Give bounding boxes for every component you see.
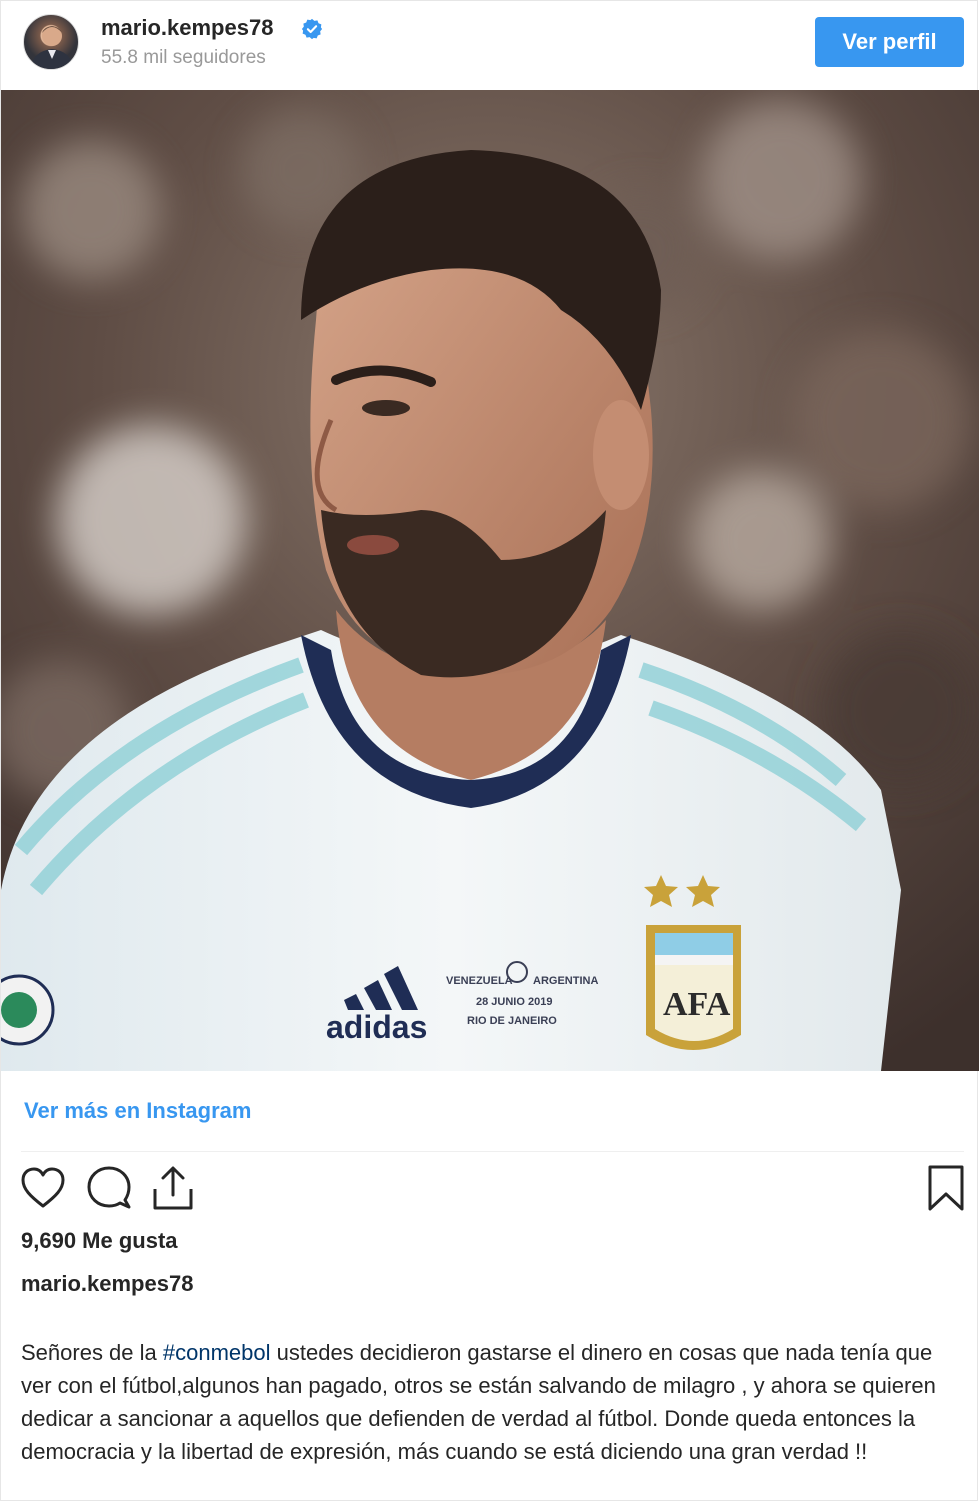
profile-avatar[interactable]	[23, 14, 79, 70]
match-line-2: 28 JUNIO 2019	[476, 996, 552, 1008]
match-line-1b: ARGENTINA	[533, 975, 598, 987]
follower-count: 55.8 mil seguidores	[101, 47, 266, 68]
view-more-on-instagram-link[interactable]: Ver más en Instagram	[24, 1098, 251, 1124]
adidas-wordmark: adidas	[326, 1009, 427, 1045]
heart-icon[interactable]	[20, 1166, 66, 1210]
comment-icon[interactable]	[85, 1165, 133, 1211]
post-caption: Señores de la #conmebol ustedes decidier…	[21, 1336, 966, 1468]
bookmark-icon[interactable]	[926, 1164, 966, 1212]
post-username[interactable]: mario.kempes78	[101, 15, 273, 41]
caption-text-start: Señores de la	[21, 1340, 163, 1365]
hashtag-link[interactable]: #conmebol	[163, 1340, 271, 1365]
divider	[21, 1151, 964, 1152]
match-line-3: RIO DE JANEIRO	[467, 1015, 557, 1027]
match-line-1: VENEZUELA	[446, 975, 513, 987]
afa-crest: AFA	[646, 925, 741, 1050]
afa-crest-text: AFA	[663, 986, 731, 1023]
post-photo[interactable]: adidas VENEZUELA ARGENTINA 28 JUNIO 2019…	[1, 90, 979, 1071]
post-header: mario.kempes78 55.8 mil seguidores Ver p…	[1, 1, 977, 90]
share-icon[interactable]	[151, 1165, 195, 1211]
verified-badge-icon	[301, 18, 323, 40]
view-profile-button[interactable]: Ver perfil	[815, 17, 964, 67]
instagram-embed-card: mario.kempes78 55.8 mil seguidores Ver p…	[0, 0, 979, 1501]
caption-author[interactable]: mario.kempes78	[21, 1271, 193, 1297]
like-count[interactable]: 9,690 Me gusta	[21, 1228, 178, 1254]
